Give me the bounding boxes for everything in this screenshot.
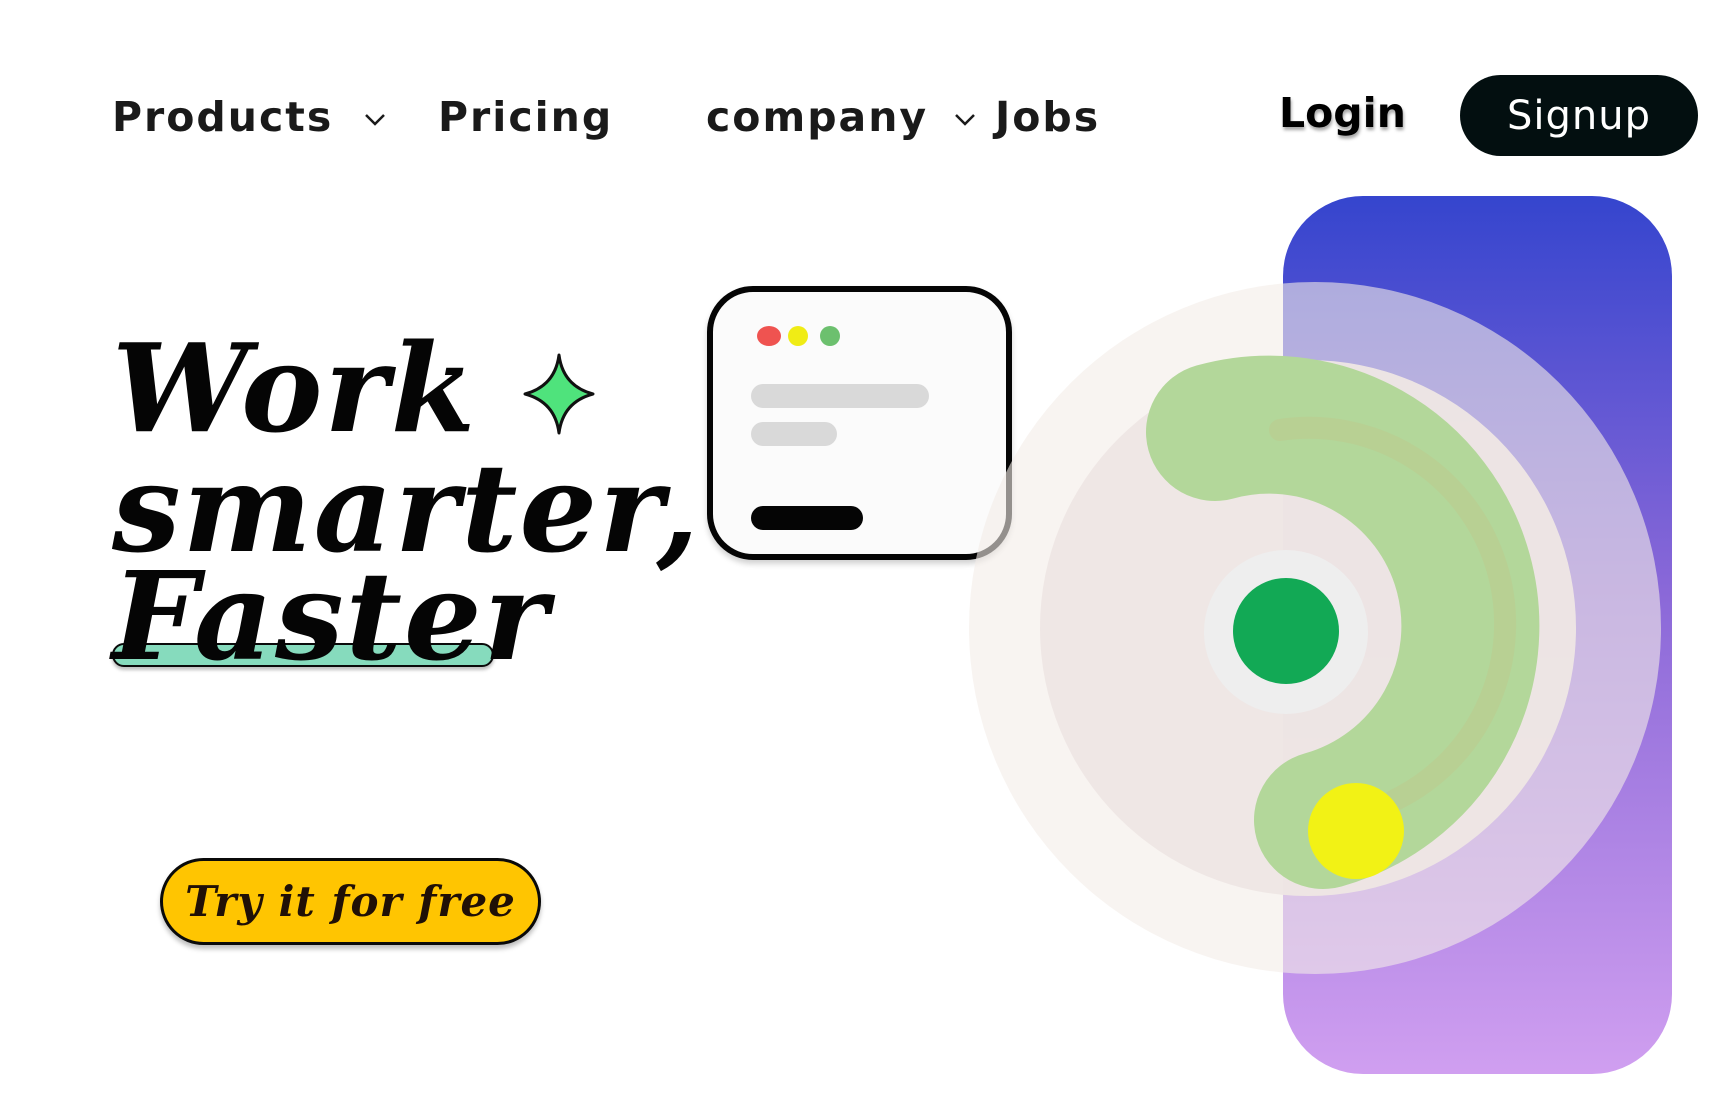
center-dot xyxy=(1233,578,1339,684)
hero-illustration xyxy=(969,196,1672,1074)
progress-knob xyxy=(1308,783,1404,879)
